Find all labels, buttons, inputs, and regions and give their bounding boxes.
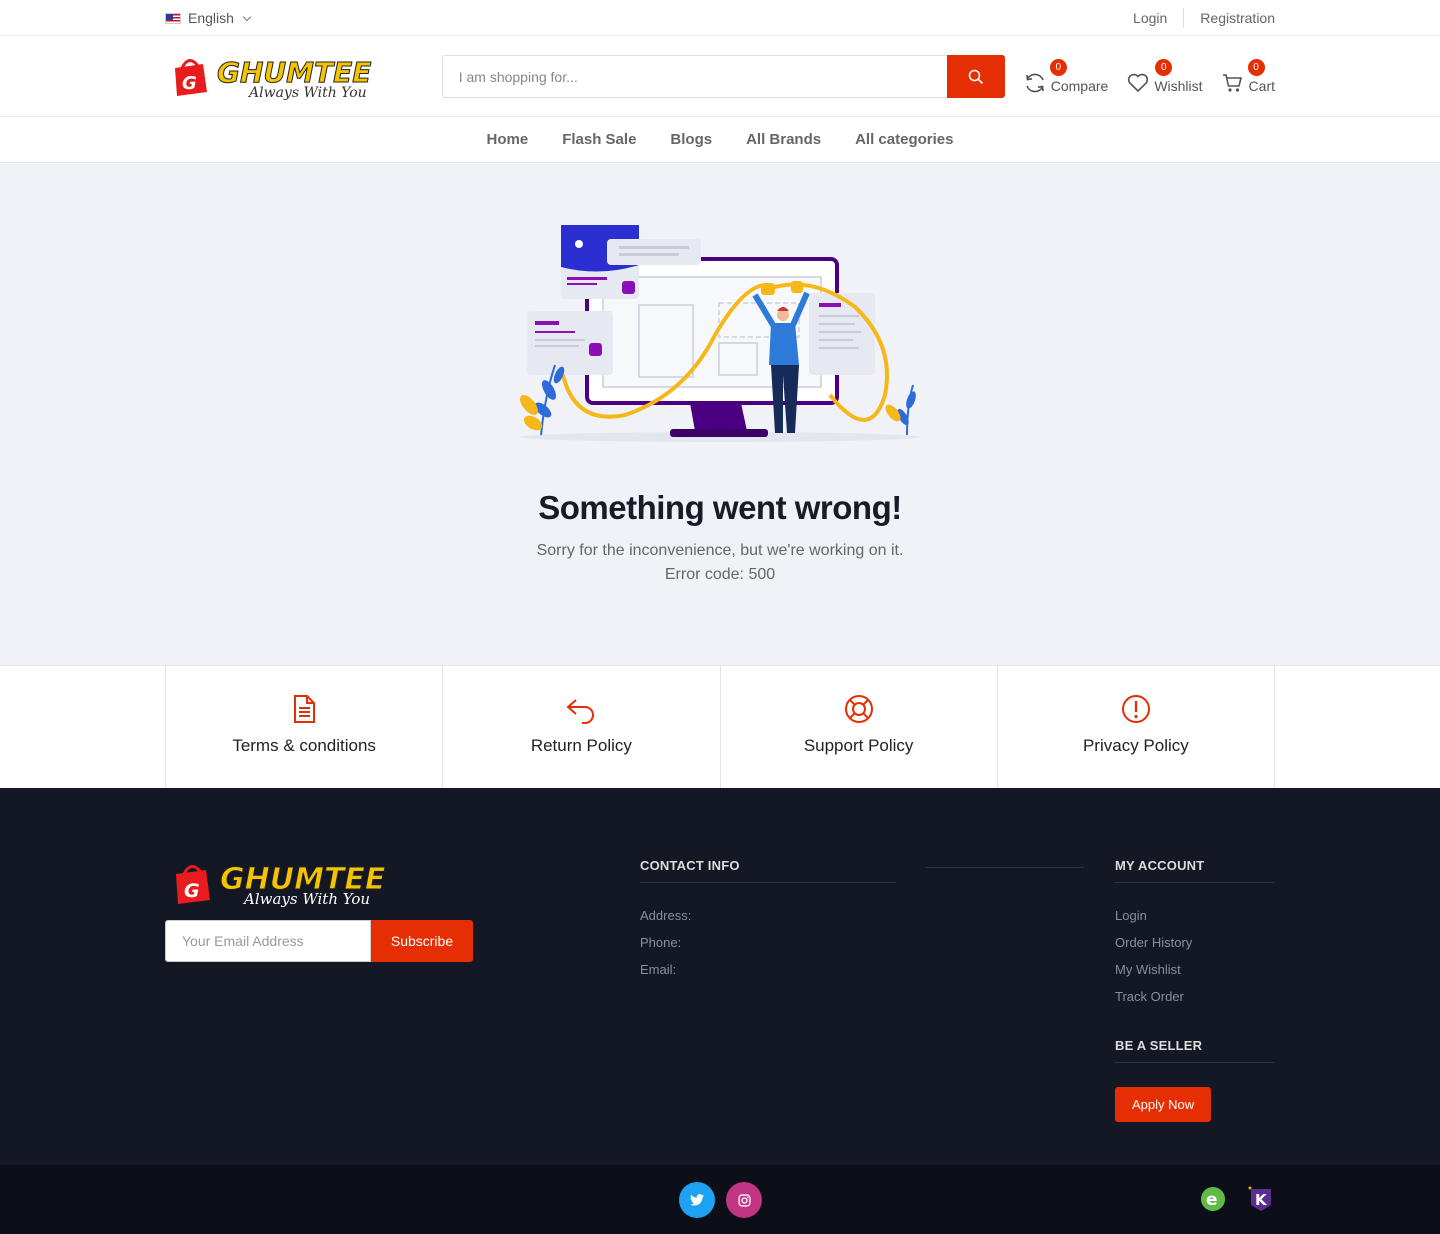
- heart-icon: [1128, 73, 1149, 92]
- svg-text:e: e: [1206, 1190, 1218, 1210]
- language-selector[interactable]: English: [165, 10, 252, 26]
- privacy-policy-link[interactable]: Privacy Policy: [998, 666, 1275, 788]
- contact-info-title: CONTACT INFO: [640, 858, 896, 883]
- support-policy-label: Support Policy: [803, 736, 914, 755]
- search-button[interactable]: [946, 55, 1005, 98]
- main-nav: Home Flash Sale Blogs All Brands All cat…: [0, 117, 1440, 163]
- exclamation-icon: [1121, 695, 1150, 723]
- svg-text:Always With You: Always With You: [242, 890, 370, 908]
- esewa-icon: e: [1201, 1187, 1225, 1211]
- be-a-seller-title: BE A SELLER: [1115, 1038, 1275, 1063]
- apply-now-button[interactable]: Apply Now: [1115, 1087, 1212, 1122]
- header: G GHUMTEE Always With You I am shopping …: [0, 36, 1440, 117]
- return-arrow-icon: [566, 699, 595, 724]
- svg-text:G: G: [182, 73, 197, 94]
- wishlist-label: Wishlist: [1154, 77, 1203, 94]
- nav-all-categories[interactable]: All categories: [855, 131, 953, 148]
- nav-flash-sale[interactable]: Flash Sale: [562, 131, 636, 148]
- divider: [1183, 8, 1185, 28]
- contact-phone: Phone:: [640, 935, 682, 950]
- order-history-link[interactable]: Order History: [1115, 935, 1275, 951]
- compare-label: Compare: [1050, 77, 1109, 94]
- footer: G GHUMTEE Always With You Subscribe CONT…: [0, 788, 1440, 1165]
- my-wishlist-link[interactable]: My Wishlist: [1115, 962, 1275, 978]
- support-policy-link[interactable]: Support Policy: [721, 666, 998, 788]
- wishlist-count-badge: 0: [1155, 58, 1173, 76]
- instagram-link[interactable]: [726, 1182, 762, 1218]
- nav-blogs[interactable]: Blogs: [670, 131, 712, 148]
- cart-count-badge: 0: [1247, 58, 1265, 76]
- registration-link[interactable]: Registration: [1200, 10, 1275, 26]
- footer-logo[interactable]: G GHUMTEE Always With You: [172, 858, 434, 913]
- svg-text:K: K: [1255, 1191, 1268, 1209]
- wishlist-button[interactable]: 0 Wishlist: [1126, 57, 1203, 97]
- contact-info-column: CONTACT INFO Address: Phone: Email:: [640, 858, 896, 978]
- error-message: Sorry for the inconvenience, but we're w…: [536, 542, 904, 559]
- error-title: Something went wrong!: [538, 489, 902, 526]
- my-account-title: MY ACCOUNT: [1115, 858, 1275, 883]
- subscribe-button[interactable]: Subscribe: [371, 920, 473, 962]
- contact-address: Address:: [640, 908, 692, 923]
- nav-all-brands[interactable]: All Brands: [746, 131, 821, 148]
- policy-links: Terms & conditions Return Policy Support…: [0, 665, 1440, 788]
- logo-icon: G GHUMTEE Always With You: [175, 55, 372, 101]
- terms-conditions-label: Terms & conditions: [232, 736, 376, 755]
- bottom-bar: e K: [0, 1165, 1440, 1234]
- logo-icon: G GHUMTEE Always With You: [176, 862, 386, 908]
- search-input[interactable]: [441, 55, 947, 98]
- instagram-icon: [737, 1193, 751, 1207]
- svg-text:Always With You: Always With You: [247, 85, 367, 101]
- contact-email: Email:: [640, 962, 677, 977]
- empty-column-divider: [926, 867, 1084, 868]
- privacy-policy-label: Privacy Policy: [1082, 736, 1189, 755]
- language-label: English: [188, 10, 234, 26]
- khalti-icon: K: [1248, 1186, 1271, 1211]
- chevron-down-icon: [242, 12, 252, 21]
- nav-home[interactable]: Home: [487, 131, 529, 148]
- my-account-column: MY ACCOUNT Login Order History My Wishli…: [1115, 858, 1275, 1122]
- error-section: Something went wrong! Sorry for the inco…: [0, 163, 1440, 665]
- compare-button[interactable]: 0 Compare: [1023, 57, 1109, 97]
- return-policy-link[interactable]: Return Policy: [443, 666, 721, 788]
- refresh-icon: [1025, 73, 1044, 92]
- site-logo[interactable]: G GHUMTEE Always With You: [173, 52, 417, 102]
- document-icon: [294, 695, 316, 723]
- us-flag-icon: [165, 12, 181, 24]
- email-field[interactable]: [165, 920, 371, 962]
- cart-label: Cart: [1248, 77, 1275, 94]
- cart-button[interactable]: 0 Cart: [1221, 57, 1275, 97]
- error-code: Error code: 500: [664, 566, 776, 583]
- newsletter-form: Subscribe: [165, 920, 473, 962]
- cart-icon: [1222, 73, 1242, 92]
- compare-count-badge: 0: [1049, 58, 1067, 76]
- login-link[interactable]: Login: [1133, 10, 1167, 26]
- lifebuoy-icon: [844, 695, 873, 723]
- error-illustration: [520, 225, 920, 442]
- track-order-link[interactable]: Track Order: [1115, 989, 1275, 1005]
- terms-conditions-link[interactable]: Terms & conditions: [166, 666, 444, 788]
- twitter-icon: [690, 1194, 704, 1206]
- return-policy-label: Return Policy: [530, 736, 632, 755]
- search-bar: [441, 55, 1005, 98]
- footer-login-link[interactable]: Login: [1115, 908, 1275, 924]
- top-bar: English Login Registration: [0, 0, 1440, 36]
- svg-text:G: G: [184, 880, 200, 902]
- twitter-link[interactable]: [679, 1182, 715, 1218]
- search-icon: [968, 69, 983, 84]
